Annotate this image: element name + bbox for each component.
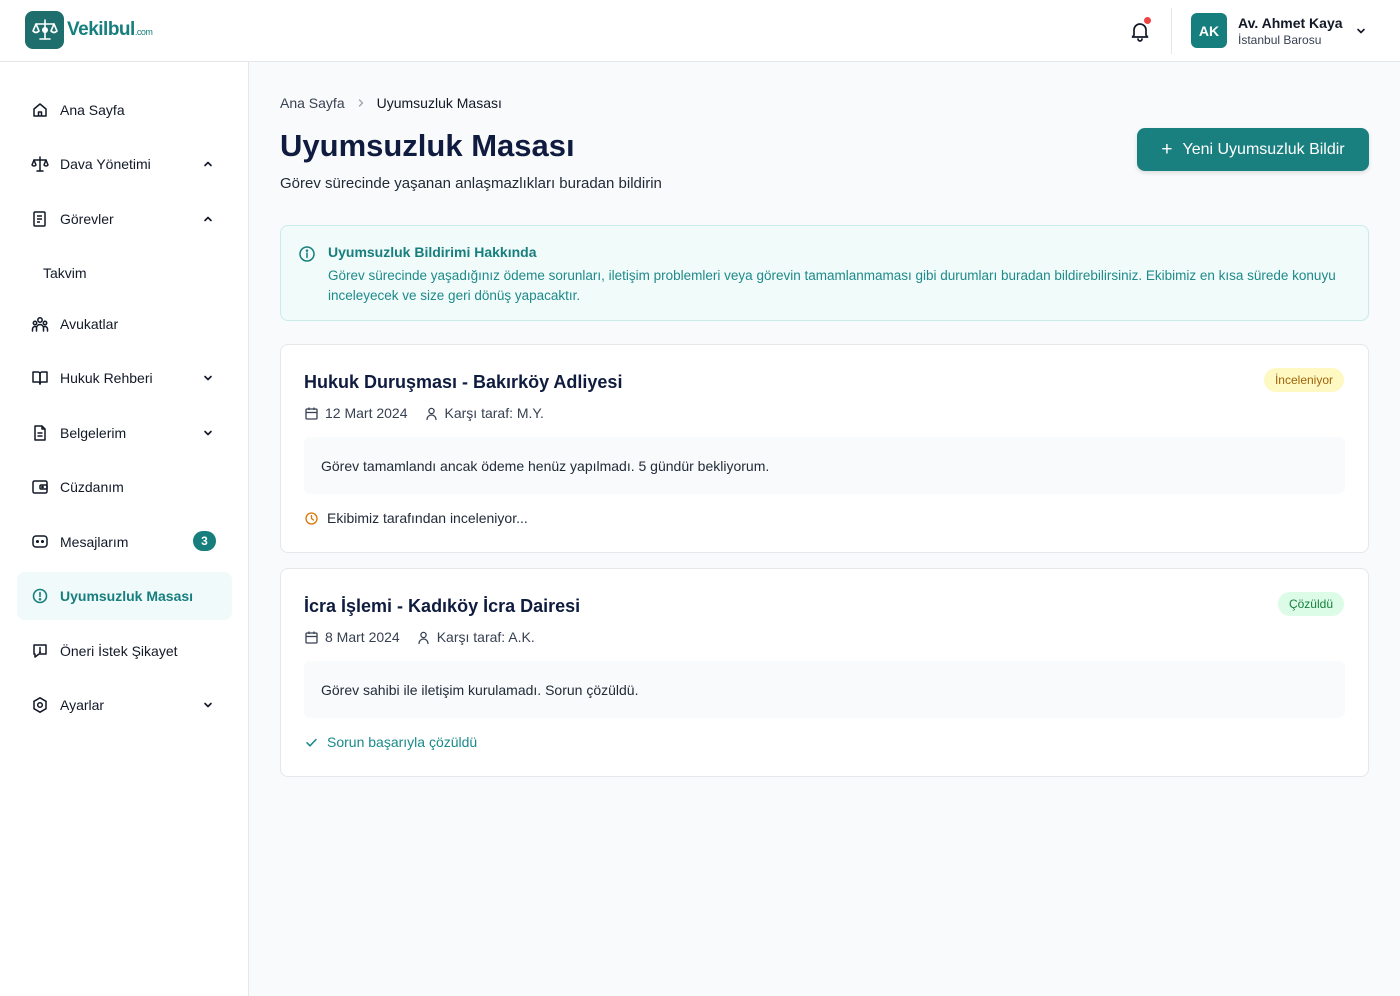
sidebar: Ana Sayfa Dava Yönetimi Görevler Takvim …	[0, 62, 249, 996]
sidebar-item-label: Öneri İstek Şikayet	[60, 643, 178, 659]
document-icon	[34, 425, 46, 441]
scale-icon	[31, 156, 49, 172]
alert-circle-icon	[32, 588, 48, 604]
chevron-up-icon[interactable]	[201, 212, 215, 226]
report-card[interactable]: Hukuk Duruşması - Bakırköy Adliyesi İnce…	[280, 344, 1369, 553]
sidebar-item-label: Mesajlarım	[60, 534, 129, 550]
sidebar-item-label: Cüzdanım	[60, 479, 124, 495]
report-title: İcra İşlemi - Kadıköy İcra Dairesi	[304, 596, 581, 616]
report-meta: 12 Mart 2024 Karşı taraf: M.Y.	[304, 405, 544, 421]
user-org: İstanbul Barosu	[1238, 33, 1322, 47]
users-icon	[31, 317, 49, 332]
message-icon	[32, 535, 48, 548]
sidebar-item-wallet[interactable]: Cüzdanım	[17, 463, 232, 511]
sidebar-item-settings[interactable]: Ayarlar	[17, 681, 232, 729]
sidebar-item-label: Ayarlar	[60, 697, 105, 713]
notifications-button[interactable]	[1128, 17, 1152, 43]
sidebar-item-disputes[interactable]: Uyumsuzluk Masası	[17, 572, 232, 620]
avatar[interactable]: AK	[1191, 13, 1227, 48]
report-footer-text: Sorun başarıyla çözüldü	[327, 734, 478, 750]
breadcrumb-current: Uyumsuzluk Masası	[376, 95, 502, 111]
book-icon	[32, 371, 48, 385]
tasks-icon	[33, 211, 46, 227]
report-counterparty: Karşı taraf: M.Y.	[444, 405, 544, 421]
messages-count-badge: 3	[193, 531, 216, 551]
user-name[interactable]: Av. Ahmet Kaya	[1238, 15, 1343, 31]
chevron-right-icon	[358, 99, 363, 107]
sidebar-item-case-management[interactable]: Dava Yönetimi	[17, 140, 232, 188]
sidebar-item-documents[interactable]: Belgelerim	[17, 409, 232, 457]
person-icon	[425, 407, 437, 420]
sidebar-item-label: Hukuk Rehberi	[60, 370, 153, 386]
brand-name: Vekilbul.com	[67, 19, 153, 40]
breadcrumb: Ana Sayfa Uyumsuzluk Masası	[280, 95, 502, 111]
wallet-icon	[32, 480, 48, 494]
report-description: Görev sahibi ile iletişim kurulamadı. So…	[304, 661, 1345, 718]
sidebar-item-label: Görevler	[60, 211, 114, 227]
plus-icon: +	[1161, 139, 1173, 160]
sidebar-item-home[interactable]: Ana Sayfa	[17, 86, 232, 134]
sidebar-item-feedback[interactable]: Öneri İstek Şikayet	[17, 627, 232, 675]
feedback-icon	[33, 644, 47, 658]
top-divider	[1171, 8, 1172, 54]
sidebar-item-label: Dava Yönetimi	[60, 156, 151, 172]
report-counterparty: Karşı taraf: A.K.	[436, 629, 535, 645]
breadcrumb-home[interactable]: Ana Sayfa	[280, 95, 345, 111]
info-title: Uyumsuzluk Bildirimi Hakkında	[328, 244, 537, 260]
status-badge: Çözüldü	[1277, 592, 1344, 616]
sidebar-item-lawyers[interactable]: Avukatlar	[17, 300, 232, 348]
report-date: 12 Mart 2024	[325, 405, 408, 421]
report-date: 8 Mart 2024	[325, 629, 400, 645]
sidebar-item-label: Ana Sayfa	[60, 102, 125, 118]
sidebar-item-label: Avukatlar	[60, 316, 119, 332]
sidebar-item-label: Belgelerim	[60, 425, 127, 441]
page-title: Uyumsuzluk Masası	[280, 128, 575, 163]
info-box: Uyumsuzluk Bildirimi Hakkında Görev süre…	[280, 225, 1369, 321]
check-icon	[306, 738, 317, 747]
report-card[interactable]: İcra İşlemi - Kadıköy İcra Dairesi Çözül…	[280, 568, 1369, 777]
chevron-down-icon[interactable]	[201, 371, 215, 385]
sidebar-item-calendar[interactable]: Takvim	[17, 249, 232, 297]
main-content: Ana Sayfa Uyumsuzluk Masası Uyumsuzluk M…	[249, 62, 1400, 996]
report-title: Hukuk Duruşması - Bakırköy Adliyesi	[304, 372, 623, 392]
unread-dot	[1144, 17, 1151, 24]
calendar-icon	[305, 631, 318, 644]
sidebar-item-messages[interactable]: Mesajlarım 3	[17, 518, 232, 566]
page-subtitle: Görev sürecinde yaşanan anlaşmazlıkları …	[280, 175, 662, 192]
chevron-down-icon[interactable]	[201, 698, 215, 712]
new-dispute-button[interactable]: + Yeni Uyumsuzluk Bildir	[1137, 128, 1369, 171]
person-icon	[418, 631, 429, 644]
sidebar-item-label: Takvim	[43, 265, 87, 281]
new-dispute-label: Yeni Uyumsuzluk Bildir	[1182, 140, 1345, 158]
chevron-down-icon[interactable]	[201, 426, 215, 440]
settings-icon	[33, 697, 47, 713]
report-meta: 8 Mart 2024 Karşı taraf: A.K.	[304, 629, 535, 645]
brand-logo[interactable]: Vekilbul.com	[25, 11, 153, 49]
top-bar: Vekilbul.com AK Av. Ahmet Kaya İstanbul …	[0, 0, 1400, 62]
info-text: Görev sürecinde yaşadığınız ödeme sorunl…	[328, 268, 1336, 303]
chevron-down-icon[interactable]	[1354, 24, 1368, 38]
calendar-icon	[305, 407, 318, 420]
logo-scale-icon	[25, 11, 64, 49]
sidebar-item-label: Uyumsuzluk Masası	[60, 588, 194, 604]
chevron-up-icon[interactable]	[201, 157, 215, 171]
report-description: Görev tamamlandı ancak ödeme henüz yapıl…	[304, 437, 1345, 494]
sidebar-item-tasks[interactable]: Görevler	[17, 195, 232, 243]
report-footer: Ekibimiz tarafından inceleniyor...	[304, 510, 528, 526]
info-icon	[299, 246, 315, 262]
report-footer-text: Ekibimiz tarafından inceleniyor...	[327, 510, 528, 526]
status-badge: İnceleniyor	[1263, 368, 1344, 392]
clock-icon	[305, 511, 318, 525]
sidebar-item-legal-guide[interactable]: Hukuk Rehberi	[17, 354, 232, 402]
home-icon	[33, 103, 47, 117]
report-footer: Sorun başarıyla çözüldü	[304, 734, 477, 750]
